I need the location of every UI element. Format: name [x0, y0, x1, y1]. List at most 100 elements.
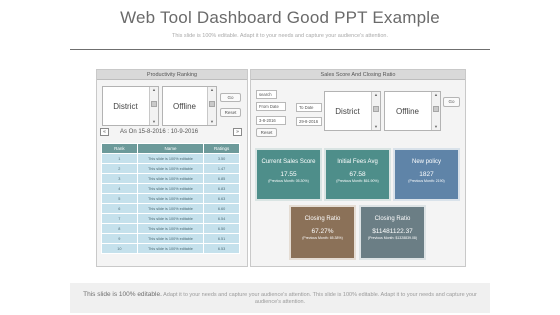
- table-row[interactable]: 3 This slide is 100% editable 6.85: [101, 173, 240, 184]
- sales-reset-button[interactable]: Reset: [256, 128, 277, 137]
- district-listbox-label: District: [113, 101, 138, 111]
- column-header-name[interactable]: Name: [136, 143, 205, 154]
- kpi-previous: (Previous Month: $61.90%): [336, 179, 379, 183]
- from-date-field[interactable]: 3-8-2016: [256, 116, 286, 125]
- rank-cell: 5: [101, 193, 138, 204]
- kpi-previous: (Previous Month: 65.38%): [302, 236, 343, 240]
- next-arrow-icon[interactable]: »: [233, 128, 242, 136]
- kpi-initial-fees-avg: Initial Fees Avg 67.58 (Previous Month: …: [324, 148, 391, 201]
- district-listbox[interactable]: District ▲ ▼: [102, 86, 159, 126]
- name-cell: This slide is 100% editable: [136, 183, 205, 194]
- kpi-label: Closing Ratio: [374, 216, 411, 222]
- scroll-down-icon[interactable]: ▼: [432, 124, 440, 130]
- rank-cell: 10: [101, 243, 138, 254]
- scroll-up-icon[interactable]: ▲: [208, 87, 216, 93]
- rating-cell: 6.83: [203, 183, 240, 194]
- column-header-rank[interactable]: Rank: [101, 143, 138, 154]
- scroll-down-icon[interactable]: ▼: [372, 124, 380, 130]
- sales-district-scrollbar[interactable]: ▲ ▼: [371, 92, 380, 130]
- scroll-down-icon[interactable]: ▼: [150, 119, 158, 125]
- name-cell: This slide is 100% editable: [136, 203, 205, 214]
- sales-district-listbox[interactable]: District ▲ ▼: [324, 91, 381, 131]
- rating-cell: 6.53: [203, 243, 240, 254]
- scroll-thumb[interactable]: [373, 106, 379, 112]
- rating-cell: 6.51: [203, 233, 240, 244]
- scroll-thumb[interactable]: [433, 106, 439, 112]
- column-header-ratings[interactable]: Ratings: [203, 143, 240, 154]
- rating-cell: 6.60: [203, 203, 240, 214]
- rank-cell: 6: [101, 203, 138, 214]
- rank-cell: 9: [101, 233, 138, 244]
- offline-scrollbar[interactable]: ▲ ▼: [207, 87, 216, 125]
- scroll-thumb[interactable]: [209, 101, 215, 107]
- table-row[interactable]: 8 This slide is 100% editable 6.50: [101, 223, 240, 234]
- productivity-panel-header: Productivity Ranking: [97, 70, 247, 80]
- name-cell: This slide is 100% editable: [136, 223, 205, 234]
- productivity-go-button[interactable]: Go: [220, 93, 241, 102]
- scroll-up-icon[interactable]: ▲: [432, 92, 440, 98]
- table-header-row: Rank Name Ratings: [101, 143, 240, 154]
- kpi-value: 67.58: [349, 171, 366, 178]
- kpi-previous: (Previous Month: 2190): [408, 179, 445, 183]
- table-row[interactable]: 5 This slide is 100% editable 6.63: [101, 193, 240, 204]
- name-cell: This slide is 100% editable: [136, 173, 205, 184]
- district-scrollbar[interactable]: ▲ ▼: [149, 87, 158, 125]
- rating-cell: 6.50: [203, 223, 240, 234]
- table-row[interactable]: 10 This slide is 100% editable 6.53: [101, 243, 240, 254]
- footer-text: This slide is 100% editable. Adapt it to…: [76, 291, 484, 306]
- name-cell: This slide is 100% editable: [136, 243, 205, 254]
- footer-lead: This slide is 100% editable.: [83, 291, 162, 298]
- offline-listbox[interactable]: Offline ▲ ▼: [162, 86, 217, 126]
- rating-cell: 6.85: [203, 173, 240, 184]
- kpi-value: 67.27%: [311, 228, 334, 235]
- footer-note: This slide is 100% editable. Adapt it to…: [70, 283, 490, 313]
- kpi-previous: (Previous Month: $1328839.08): [367, 236, 418, 240]
- from-date-label: From Date: [256, 102, 286, 111]
- kpi-closing-ratio-amount: Closing Ratio $11481122.37 (Previous Mon…: [359, 205, 426, 260]
- date-range-text: As On 15-8-2016 : 10-9-2016: [120, 129, 199, 135]
- scroll-thumb[interactable]: [151, 101, 157, 107]
- sales-offline-listbox-label: Offline: [396, 106, 419, 116]
- kpi-label: Current Sales Score: [261, 159, 316, 165]
- date-range-row: « As On 15-8-2016 : 10-9-2016 »: [100, 128, 244, 137]
- kpi-label: Initial Fees Avg: [337, 159, 378, 165]
- sales-offline-scrollbar[interactable]: ▲ ▼: [431, 92, 440, 130]
- title-divider: [70, 49, 490, 50]
- table-row[interactable]: 2 This slide is 100% editable 1.47: [101, 163, 240, 174]
- name-cell: This slide is 100% editable: [136, 193, 205, 204]
- rank-cell: 4: [101, 183, 138, 194]
- rating-cell: 3.50: [203, 153, 240, 164]
- rank-cell: 7: [101, 213, 138, 224]
- kpi-label: Closing Ratio: [304, 216, 341, 222]
- kpi-new-policy: New policy 1827 (Previous Month: 2190): [393, 148, 460, 201]
- table-row[interactable]: 6 This slide is 100% editable 6.60: [101, 203, 240, 214]
- kpi-current-sales-score: Current Sales Score 17.55 (Previous Mont…: [255, 148, 322, 201]
- slide-subtitle: This slide is 100% editable. Adapt it to…: [172, 33, 388, 39]
- kpi-label: New policy: [411, 159, 441, 165]
- scroll-up-icon[interactable]: ▲: [372, 92, 380, 98]
- search-input[interactable]: search: [256, 90, 277, 99]
- scroll-down-icon[interactable]: ▼: [208, 119, 216, 125]
- name-cell: This slide is 100% editable: [136, 163, 205, 174]
- rating-cell: 6.63: [203, 193, 240, 204]
- scroll-up-icon[interactable]: ▲: [150, 87, 158, 93]
- offline-listbox-label: Offline: [173, 101, 196, 111]
- slide-title: Web Tool Dashboard Good PPT Example: [120, 8, 440, 27]
- sales-panel-header: Sales Score And Closing Ratio: [251, 70, 465, 80]
- sales-go-button[interactable]: Go: [443, 97, 460, 107]
- table-row[interactable]: 1 This slide is 100% editable 3.50: [101, 153, 240, 164]
- rank-cell: 1: [101, 153, 138, 164]
- to-date-field[interactable]: 29-8-2016: [296, 117, 322, 126]
- sales-offline-listbox[interactable]: Offline ▲ ▼: [384, 91, 441, 131]
- table-row[interactable]: 7 This slide is 100% editable 6.54: [101, 213, 240, 224]
- rank-cell: 8: [101, 223, 138, 234]
- kpi-previous: (Previous Month: 05.30%): [268, 179, 309, 183]
- table-row[interactable]: 4 This slide is 100% editable 6.83: [101, 183, 240, 194]
- kpi-value: 1827: [419, 171, 434, 178]
- kpi-value: $11481122.37: [372, 228, 413, 235]
- table-row[interactable]: 9 This slide is 100% editable 6.51: [101, 233, 240, 244]
- prev-arrow-icon[interactable]: «: [100, 128, 109, 136]
- sales-district-listbox-label: District: [335, 106, 360, 116]
- productivity-reset-button[interactable]: Reset: [220, 108, 241, 117]
- to-date-label: To Date: [296, 103, 322, 112]
